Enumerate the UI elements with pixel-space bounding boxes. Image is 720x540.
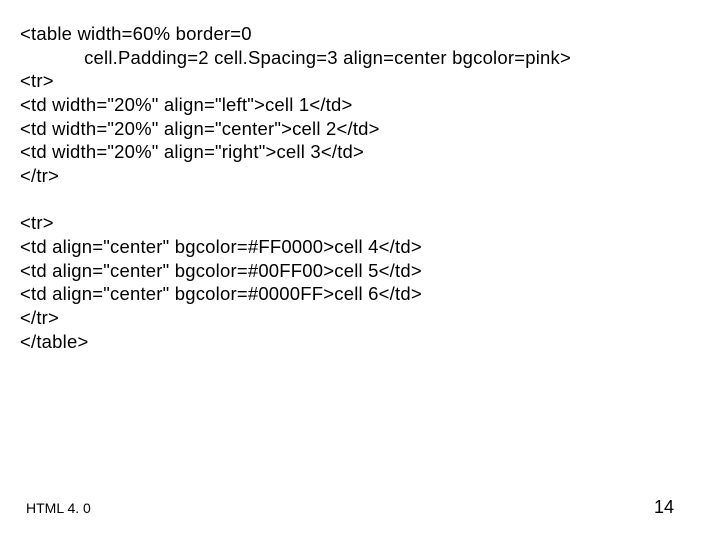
page-number: 14 xyxy=(654,497,674,518)
code-block: <table width=60% border=0 cell.Padding=2… xyxy=(20,22,700,353)
code-line: </tr> xyxy=(20,165,59,186)
footer-title: HTML 4. 0 xyxy=(26,500,91,516)
code-line: <td width="20%" align="center">cell 2</t… xyxy=(20,118,380,139)
slide: <table width=60% border=0 cell.Padding=2… xyxy=(0,0,720,540)
code-line: <td align="center" bgcolor=#FF0000>cell … xyxy=(20,236,422,257)
code-line: <td align="center" bgcolor=#00FF00>cell … xyxy=(20,260,422,281)
code-line: <td width="20%" align="right">cell 3</td… xyxy=(20,141,364,162)
code-line: <td width="20%" align="left">cell 1</td> xyxy=(20,94,353,115)
code-line: <tr> xyxy=(20,212,54,233)
code-line: <tr> xyxy=(20,70,54,91)
code-line: cell.Padding=2 cell.Spacing=3 align=cent… xyxy=(20,47,571,68)
code-line: </tr> xyxy=(20,307,59,328)
code-line: <table width=60% border=0 xyxy=(20,23,252,44)
code-line: </table> xyxy=(20,331,88,352)
code-line: <td align="center" bgcolor=#0000FF>cell … xyxy=(20,283,422,304)
